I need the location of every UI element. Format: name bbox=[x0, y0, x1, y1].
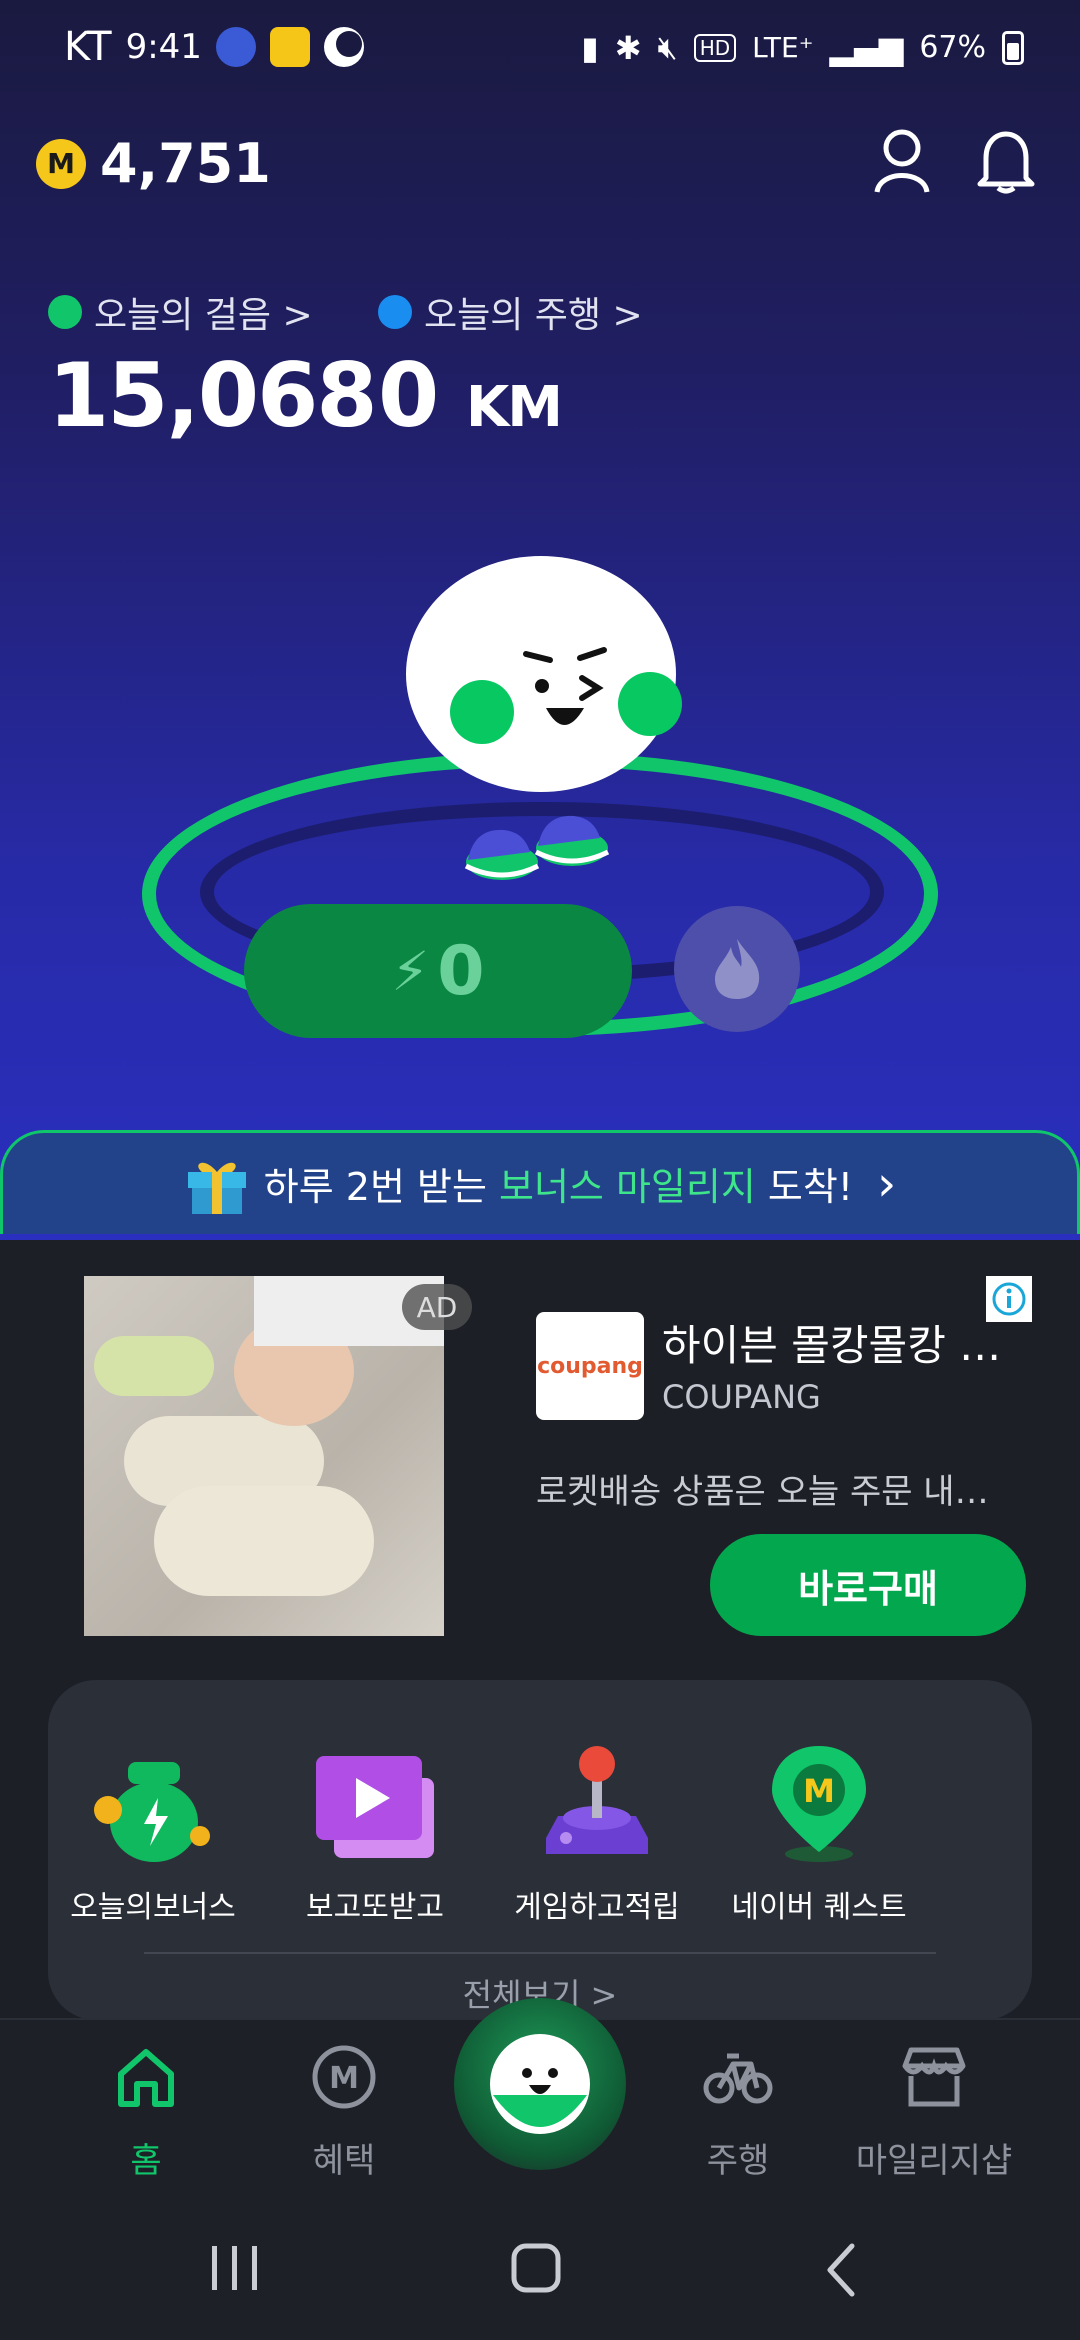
ride-label: 오늘의 주행 > bbox=[424, 295, 643, 336]
buy-now-button[interactable]: 바로구매 bbox=[710, 1534, 1026, 1636]
ride-unit: KM bbox=[465, 375, 563, 440]
bolt-icon: ⚡ bbox=[391, 939, 430, 1003]
video-play-icon bbox=[310, 1742, 440, 1868]
steps-value: 15,068 bbox=[48, 344, 378, 447]
points-display[interactable]: M 4,751 bbox=[36, 132, 271, 195]
bicycle-icon bbox=[703, 2053, 773, 2104]
back-icon[interactable] bbox=[822, 2242, 862, 2298]
clock: 9:41 bbox=[125, 27, 202, 67]
shoe-icon bbox=[464, 829, 540, 880]
points-value: 4,751 bbox=[100, 132, 271, 195]
app-notification-icon bbox=[215, 27, 256, 67]
nav-home[interactable]: 홈 bbox=[46, 2042, 246, 2182]
network-type: LTE⁺ bbox=[752, 31, 814, 64]
status-bar: KT 9:41 ▮ ✱ 🔇︎ HD LTE⁺ ▂▄▆ 67% bbox=[0, 0, 1080, 100]
system-navigation-bar bbox=[0, 2198, 1080, 2340]
ride-dot-icon bbox=[378, 295, 412, 329]
store-icon bbox=[902, 2047, 966, 2107]
boost-button[interactable] bbox=[674, 906, 800, 1032]
ad-badge: AD bbox=[402, 1284, 472, 1330]
mute-icon: 🔇︎ bbox=[657, 28, 678, 66]
bluetooth-icon: ✱ bbox=[614, 28, 642, 67]
character-cheek bbox=[450, 680, 514, 744]
home-system-icon[interactable] bbox=[510, 2242, 564, 2294]
advertiser-logo[interactable]: coupang bbox=[536, 1312, 644, 1420]
chevron-right-icon: › bbox=[877, 1155, 897, 1212]
joystick-icon bbox=[532, 1742, 662, 1868]
nav-benefits[interactable]: M 혜택 bbox=[244, 2042, 444, 2182]
hd-icon: HD bbox=[693, 33, 737, 62]
ad-title[interactable]: 하이븐 몰캉몰캉 … bbox=[662, 1312, 1001, 1373]
coin-icon: M bbox=[36, 138, 86, 189]
battery-saver-icon: ▮ bbox=[581, 28, 599, 67]
steps-stat[interactable]: 오늘의 걸음 > 15,068 bbox=[48, 286, 378, 447]
menu-game-reward[interactable]: 게임하고적립 bbox=[492, 1742, 702, 1926]
shoe-icon bbox=[534, 815, 610, 866]
steps-dot-icon bbox=[48, 295, 82, 329]
flame-icon bbox=[715, 939, 760, 999]
battery-icon bbox=[1002, 30, 1024, 65]
banner-text: 하루 2번 받는 보너스 마일리지 도착! bbox=[263, 1165, 854, 1209]
steps-label: 오늘의 걸음 > bbox=[94, 295, 313, 336]
character-cheek bbox=[618, 672, 682, 736]
signal-icon: ▂▄▆ bbox=[829, 28, 904, 67]
bell-icon[interactable] bbox=[976, 128, 1036, 194]
money-bag-icon bbox=[88, 1742, 218, 1868]
map-pin-icon: M bbox=[754, 1742, 884, 1868]
home-icon bbox=[118, 2049, 174, 2107]
ride-value: 0 bbox=[378, 344, 439, 447]
menu-watch-reward[interactable]: 보고또받고 bbox=[270, 1742, 480, 1926]
ride-stat[interactable]: 오늘의 주행 > 0 KM bbox=[378, 286, 643, 447]
mascot-icon bbox=[490, 2034, 590, 2134]
recent-apps-icon[interactable] bbox=[208, 2242, 262, 2294]
charge-value: 0 bbox=[437, 931, 485, 1011]
menu-daily-bonus[interactable]: 오늘의보너스 bbox=[48, 1742, 258, 1926]
menu-divider bbox=[144, 1952, 936, 1954]
character-home-button[interactable] bbox=[454, 1998, 626, 2170]
profile-icon[interactable] bbox=[872, 128, 932, 194]
nav-mileage-shop[interactable]: 마일리지샵 bbox=[834, 2042, 1034, 2182]
mileage-m-icon: M bbox=[312, 2045, 376, 2109]
ad-description[interactable]: 로켓배송 상품은 오늘 주문 내… bbox=[536, 1464, 989, 1513]
menu-naver-quest[interactable]: M 네이버 퀘스트 bbox=[714, 1742, 924, 1926]
gift-icon bbox=[187, 1162, 246, 1214]
moon-icon bbox=[323, 27, 364, 67]
svg-text:M: M bbox=[803, 1772, 835, 1810]
ad-advertiser: COUPANG bbox=[662, 1378, 821, 1416]
ad-image[interactable] bbox=[84, 1276, 444, 1636]
kakao-notification-icon bbox=[269, 27, 310, 67]
carrier: KT bbox=[64, 24, 112, 70]
battery-percent: 67% bbox=[919, 30, 986, 65]
bonus-banner[interactable]: 하루 2번 받는 보너스 마일리지 도착! › bbox=[0, 1130, 1080, 1234]
character-mascot[interactable] bbox=[406, 556, 682, 792]
charge-button[interactable]: ⚡ 0 bbox=[244, 904, 632, 1038]
nav-ride[interactable]: 주행 bbox=[638, 2042, 838, 2182]
quick-menu: 오늘의보너스 보고또받고 게임하고적립 M 네이버 퀘스트 전체보기 > bbox=[48, 1680, 1032, 2020]
bottom-nav: 홈 M 혜택 주행 마일리지샵 bbox=[0, 1998, 1080, 2200]
svg-text:M: M bbox=[329, 2061, 359, 2096]
